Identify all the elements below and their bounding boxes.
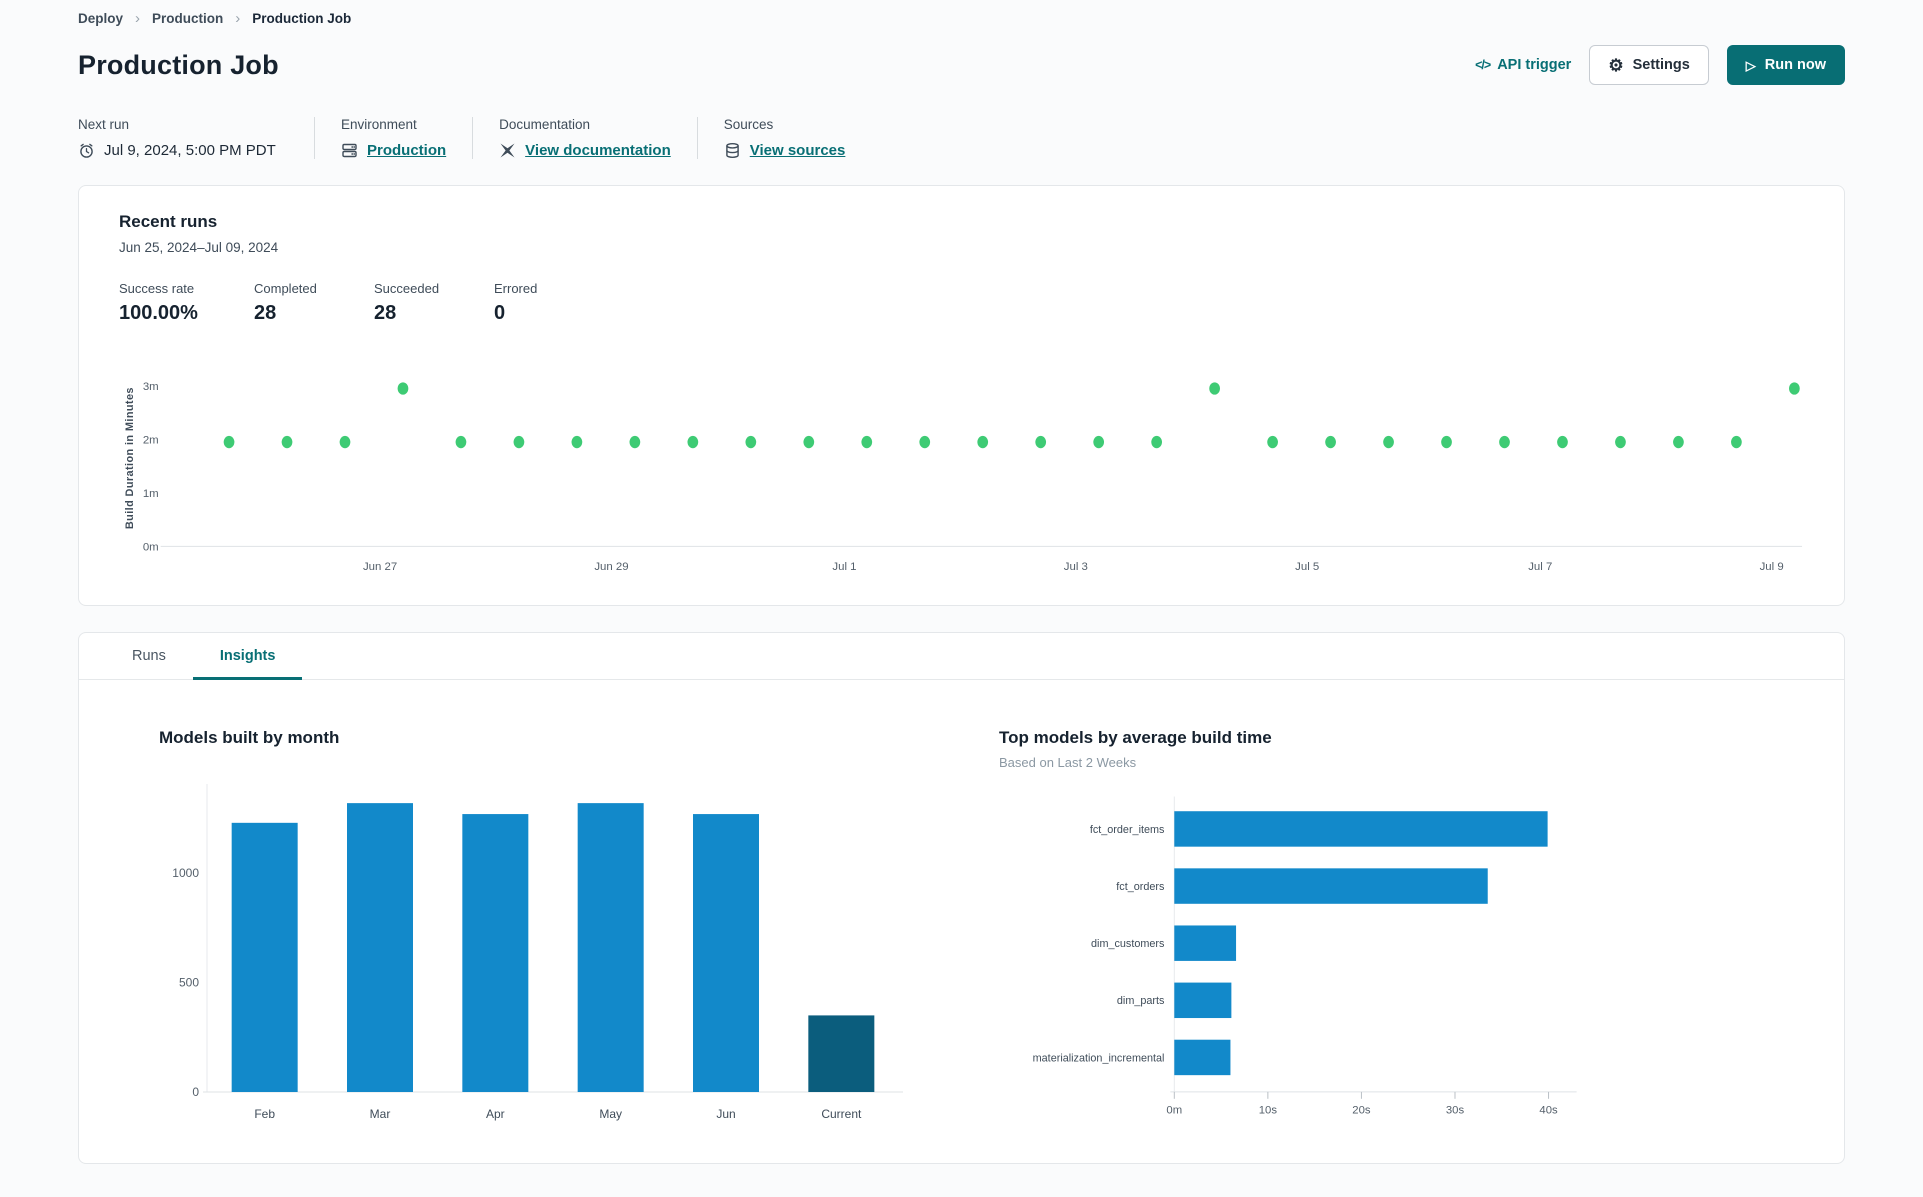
top-models-chart: Top models by average build time Based o… (999, 728, 1649, 1162)
svg-text:Jul 1: Jul 1 (832, 561, 856, 573)
svg-text:0m: 0m (1166, 1105, 1182, 1117)
run-now-label: Run now (1764, 57, 1826, 73)
svg-text:20s: 20s (1352, 1105, 1371, 1117)
documentation-label: Documentation (499, 117, 590, 132)
environment-icon (342, 143, 357, 158)
svg-text:dim_customers: dim_customers (1091, 938, 1165, 950)
svg-text:dim_parts: dim_parts (1117, 995, 1165, 1007)
settings-label: Settings (1632, 57, 1690, 73)
models-by-month-svg[interactable]: 0 500 1000 Feb Mar Apr May Jun Current (159, 772, 907, 1157)
svg-text:Jul 9: Jul 9 (1760, 561, 1784, 573)
svg-text:Jul 7: Jul 7 (1528, 561, 1552, 573)
stat-success-rate: Success rate 100.00% (119, 281, 198, 324)
next-run-value: Jul 9, 2024, 5:00 PM PDT (104, 142, 276, 159)
svg-text:Apr: Apr (486, 1107, 505, 1121)
recent-runs-stats: Success rate 100.00% Completed 28 Succee… (119, 281, 1804, 325)
environment-label: Environment (341, 117, 417, 132)
svg-text:May: May (599, 1107, 622, 1121)
header-actions: </> API trigger ⚙ Settings ▷ Run now (1475, 45, 1845, 85)
settings-button[interactable]: ⚙ Settings (1589, 45, 1709, 85)
svg-text:Jul 5: Jul 5 (1295, 561, 1319, 573)
svg-text:2m: 2m (143, 434, 159, 446)
svg-text:Current: Current (821, 1107, 862, 1121)
top-models-svg[interactable]: fct_order_items fct_orders dim_customersdi… (999, 788, 1649, 1123)
svg-text:fct_orders: fct_orders (1116, 881, 1165, 893)
build-duration-scatter-svg[interactable]: Build Duration in Minutes 0m 1m 2m 3m Jun 27 J… (119, 355, 1806, 590)
sources-label: Sources (723, 117, 774, 132)
api-trigger-link[interactable]: </> API trigger (1475, 57, 1571, 73)
code-icon: </> (1475, 58, 1491, 72)
database-icon (725, 143, 739, 159)
breadcrumb: Deploy › Production › Production Job (78, 0, 1845, 27)
environment-link[interactable]: Production (367, 142, 446, 159)
svg-text:10s: 10s (1259, 1105, 1278, 1117)
stat-errored: Errored 0 (494, 281, 538, 324)
recent-runs-title: Recent runs (119, 212, 218, 231)
stat-succeeded: Succeeded 28 (374, 281, 440, 324)
tab-bar: Runs Insights (79, 633, 1844, 680)
dbt-docs-icon (500, 143, 515, 158)
breadcrumb-production[interactable]: Production (152, 11, 223, 26)
info-next-run: Next run Jul 9, 2024, 5:00 PM PDT (78, 117, 314, 159)
info-environment: Environment Production (314, 117, 472, 159)
svg-text:1000: 1000 (172, 866, 199, 880)
svg-text:500: 500 (179, 976, 199, 990)
recent-runs-date-range: Jun 25, 2024–Jul 09, 2024 (119, 240, 279, 255)
info-documentation: Documentation View documentation (472, 117, 697, 159)
page-header: Production Job </> API trigger ⚙ Setting… (78, 45, 1845, 85)
models-by-month-chart: Models built by month 0 500 1000 Feb Mar Apr M… (159, 728, 907, 1162)
svg-text:1m: 1m (143, 488, 159, 500)
next-run-label: Next run (78, 117, 130, 132)
api-trigger-label: API trigger (1497, 57, 1572, 73)
job-info-row: Next run Jul 9, 2024, 5:00 PM PDT Enviro… (78, 117, 1845, 159)
svg-text:Mar: Mar (370, 1107, 391, 1121)
gear-icon: ⚙ (1608, 55, 1624, 75)
svg-text:Feb: Feb (254, 1107, 275, 1121)
alarm-clock-icon (80, 143, 93, 158)
svg-text:Jun: Jun (716, 1107, 735, 1121)
top-models-subtitle: Based on Last 2 Weeks (999, 755, 1137, 770)
run-now-button[interactable]: ▷ Run now (1726, 45, 1845, 85)
production-job-page: Deploy › Production › Production Job Pro… (0, 0, 1923, 1164)
recent-runs-card: Recent runs Jun 25, 2024–Jul 09, 2024 Su… (78, 185, 1845, 606)
top-models-title: Top models by average build time (999, 728, 1272, 747)
svg-text:30s: 30s (1446, 1105, 1465, 1117)
svg-text:materialization_incremental: materialization_incremental (1033, 1052, 1165, 1064)
svg-text:fct_order_items: fct_order_items (1090, 824, 1165, 836)
breadcrumb-production-job: Production Job (252, 11, 352, 26)
play-icon: ▷ (1745, 57, 1756, 73)
stat-completed: Completed 28 (254, 281, 317, 324)
build-duration-chart: Build Duration in Minutes 0m 1m 2m 3m Jun 27 J… (119, 355, 1804, 595)
svg-text:40s: 40s (1539, 1105, 1558, 1117)
view-documentation-link[interactable]: View documentation (525, 142, 671, 159)
insights-charts: Models built by month 0 500 1000 Feb Mar Apr M… (79, 680, 1844, 1162)
chevron-right-icon: › (135, 10, 141, 27)
svg-text:0m: 0m (143, 541, 159, 553)
insights-card: Runs Insights Models built by month 0 500… (78, 632, 1845, 1164)
tab-runs[interactable]: Runs (105, 633, 193, 679)
models-by-month-title: Models built by month (159, 728, 340, 747)
svg-text:0: 0 (192, 1085, 199, 1099)
svg-text:3m: 3m (143, 381, 159, 393)
svg-text:Jul 3: Jul 3 (1064, 561, 1088, 573)
chevron-right-icon: › (235, 10, 241, 27)
svg-text:Jun 29: Jun 29 (594, 561, 628, 573)
svg-text:Build Duration in Minutes: Build Duration in Minutes (124, 387, 136, 529)
tab-insights[interactable]: Insights (192, 633, 303, 680)
page-title: Production Job (78, 49, 279, 80)
info-sources: Sources View sources (696, 117, 872, 159)
breadcrumb-deploy[interactable]: Deploy (78, 11, 123, 26)
view-sources-link[interactable]: View sources (750, 142, 846, 159)
svg-text:Jun 27: Jun 27 (363, 561, 397, 573)
